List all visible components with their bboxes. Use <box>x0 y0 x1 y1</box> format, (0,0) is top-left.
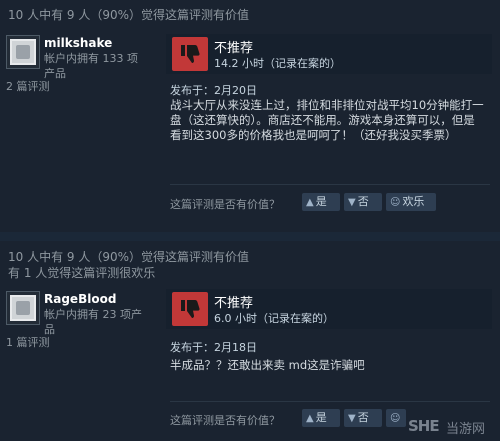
posted-date: 发布于：2月18日 <box>170 341 257 354</box>
divider <box>170 401 490 402</box>
verdict-panel[interactable]: 不推荐 6.0 小时（记录在案的） <box>166 289 492 329</box>
review-body: 战斗大厅从来没连上过，排位和非排位对战平均10分钟能打一盘（这还算快的）。商店还… <box>170 98 484 142</box>
divider <box>170 184 490 185</box>
verdict-label: 不推荐 <box>214 41 254 56</box>
vote-funny-button[interactable]: ☺ <box>386 409 406 427</box>
author-name[interactable]: milkshake <box>44 36 112 50</box>
thumbs-down-icon <box>172 292 208 326</box>
hours-played: 6.0 小时（记录在案的） <box>214 312 334 325</box>
thumbs-up-icon: ▲ <box>306 197 314 208</box>
products-owned[interactable]: 帐户内拥有 133 项产品 <box>44 51 144 81</box>
watermark-logo: SHE <box>408 417 440 435</box>
smiley-icon: ☺ <box>390 197 401 208</box>
products-owned[interactable]: 帐户内拥有 23 项产品 <box>44 307 144 337</box>
review-card: 10 人中有 9 人（90%）觉得这篇评测有价值 milkshake 帐户内拥有… <box>0 0 500 232</box>
vote-no-button[interactable]: ▼ 否 <box>344 409 382 427</box>
vote-yes-button[interactable]: ▲ 是 <box>302 409 340 427</box>
funny-count: 有 1 人觉得这篇评测很欢乐 <box>8 266 156 280</box>
author-name[interactable]: RageBlood <box>44 292 116 306</box>
watermark-text: 当游网 <box>446 422 486 437</box>
vote-question: 这篇评测是否有价值？ <box>170 198 280 211</box>
vote-yes-button[interactable]: ▲ 是 <box>302 193 340 211</box>
vote-no-button[interactable]: ▼ 否 <box>344 193 382 211</box>
review-card: 10 人中有 9 人（90%）觉得这篇评测有价值 有 1 人觉得这篇评测很欢乐 … <box>0 241 500 441</box>
thumbs-down-icon: ▼ <box>348 413 356 424</box>
vote-funny-button[interactable]: ☺ 欢乐 <box>386 193 436 211</box>
review-count[interactable]: 2 篇评测 <box>6 78 50 94</box>
thumbs-down-icon <box>172 37 208 71</box>
review-count[interactable]: 1 篇评测 <box>6 334 50 350</box>
hours-played: 14.2 小时（记录在案的） <box>214 57 341 70</box>
avatar[interactable] <box>6 291 40 325</box>
posted-date: 发布于：2月20日 <box>170 84 257 97</box>
thumbs-up-icon: ▲ <box>306 413 314 424</box>
verdict-panel[interactable]: 不推荐 14.2 小时（记录在案的） <box>166 34 492 74</box>
smiley-icon: ☺ <box>390 413 401 424</box>
verdict-label: 不推荐 <box>214 296 254 311</box>
vote-question: 这篇评测是否有价值？ <box>170 414 280 427</box>
helpful-count: 10 人中有 9 人（90%）觉得这篇评测有价值 <box>8 8 250 22</box>
helpful-count: 10 人中有 9 人（90%）觉得这篇评测有价值 <box>8 250 250 264</box>
review-body: 半成品？？还敢出来卖 md这是诈骗吧 <box>170 358 365 372</box>
avatar[interactable] <box>6 35 40 69</box>
watermark: SHE 当游网 <box>408 415 494 437</box>
thumbs-down-icon: ▼ <box>348 197 356 208</box>
